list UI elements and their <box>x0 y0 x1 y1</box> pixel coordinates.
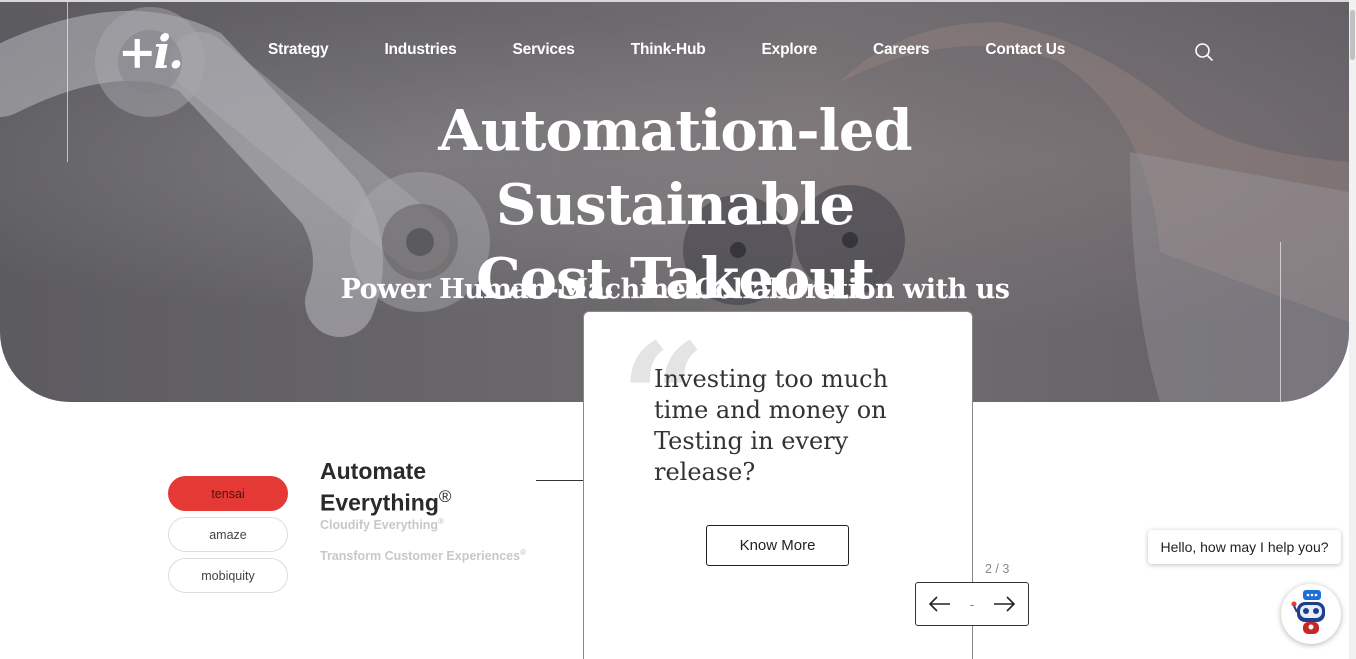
card-text: Investing too much time and money on Tes… <box>654 365 889 486</box>
tagline-heading: Automate Everything® <box>320 459 451 516</box>
tagline-line1: Automate <box>320 458 427 484</box>
nav-strategy[interactable]: Strategy <box>268 41 329 59</box>
hero-title-line1: Automation-led Sustainable <box>438 98 912 238</box>
search-icon[interactable] <box>1194 42 1214 62</box>
brand-label: amaze <box>209 527 247 542</box>
arrow-right-icon[interactable] <box>992 595 1016 613</box>
carousel-separator: - <box>969 596 975 612</box>
arrow-left-icon[interactable] <box>928 595 952 613</box>
tagline-line2: Everything <box>320 489 439 516</box>
nav-contact-us[interactable]: Contact Us <box>985 41 1065 59</box>
tagline-sub-label: Transform Customer Experiences <box>320 549 521 564</box>
nav-services[interactable]: Services <box>513 41 575 59</box>
registered-mark: ® <box>438 517 444 526</box>
nav-explore[interactable]: Explore <box>762 41 818 59</box>
carousel-controls: - <box>915 582 1029 626</box>
registered-mark: ® <box>520 548 526 557</box>
nav-think-hub[interactable]: Think-Hub <box>631 41 706 59</box>
nav-industries[interactable]: Industries <box>384 41 456 59</box>
scrollbar[interactable] <box>1349 0 1356 659</box>
nav-careers[interactable]: Careers <box>873 41 930 59</box>
know-more-button[interactable]: Know More <box>706 525 849 566</box>
hero-subtitle: Power Human-Machine Collaboration with u… <box>340 274 1010 305</box>
decorative-line <box>1280 242 1281 402</box>
tagline-sub-transform[interactable]: Transform Customer Experiences® <box>320 548 526 563</box>
tagline-sub-cloudify[interactable]: Cloudify Everything® <box>320 517 444 532</box>
connector-line <box>536 480 584 481</box>
main-nav: Strategy Industries Services Think-Hub E… <box>268 41 1121 59</box>
chat-greeting[interactable]: Hello, how may I help you? <box>1148 530 1341 564</box>
brand-tab-tensai[interactable]: tensai <box>168 476 288 511</box>
brand-label: tensai <box>211 486 245 501</box>
robot-icon <box>1291 590 1325 634</box>
decorative-line <box>67 2 68 162</box>
chatbot-button[interactable] <box>1281 584 1341 644</box>
tagline-sub-label: Cloudify Everything <box>320 518 439 533</box>
site-logo[interactable]: +i. <box>118 24 184 80</box>
scrollbar-thumb[interactable] <box>1350 10 1355 60</box>
brand-tab-amaze[interactable]: amaze <box>168 517 288 552</box>
brand-tab-mobiquity[interactable]: mobiquity <box>168 558 288 593</box>
registered-mark: ® <box>438 487 452 506</box>
carousel-counter: 2 / 3 <box>985 562 1010 576</box>
brand-label: mobiquity <box>201 568 255 583</box>
